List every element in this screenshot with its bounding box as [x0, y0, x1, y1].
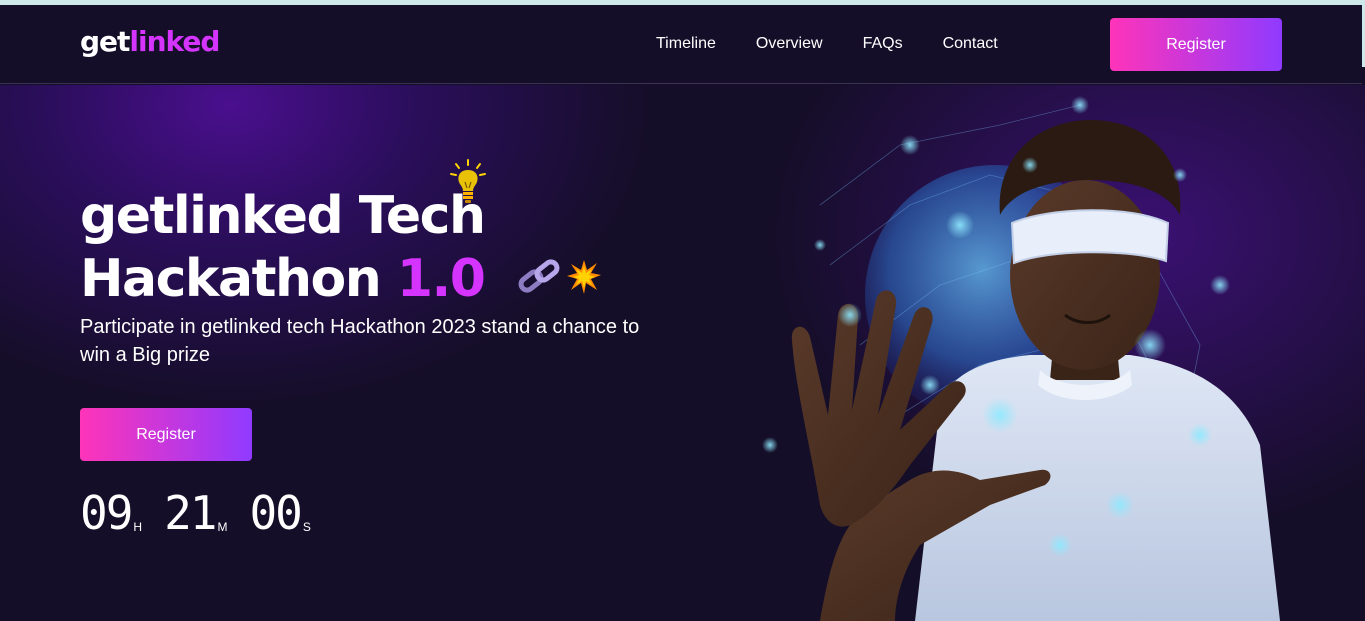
countdown-timer: 09 H 21 M 00 S — [80, 490, 311, 536]
nav-link-contact[interactable]: Contact — [943, 35, 998, 53]
nav-link-faqs[interactable]: FAQs — [863, 35, 903, 53]
chain-link-icon — [518, 259, 560, 293]
explosion-icon — [567, 260, 601, 294]
nav-link-overview[interactable]: Overview — [756, 35, 823, 53]
nav-link-timeline[interactable]: Timeline — [656, 35, 716, 53]
logo-part-get: get — [80, 25, 130, 58]
logo[interactable]: getlinked — [80, 25, 220, 58]
countdown-minutes: 21 M — [164, 490, 227, 536]
hero-register-button[interactable]: Register — [80, 408, 252, 461]
countdown-seconds-value: 00 — [249, 486, 302, 540]
navbar: getlinked Timeline Overview FAQs Contact… — [0, 5, 1362, 84]
countdown-minutes-unit: M — [217, 520, 228, 534]
hero-title-version: 1.0 — [396, 249, 486, 309]
nav-links: Timeline Overview FAQs Contact — [656, 35, 998, 53]
hero-subtitle: Participate in getlinked tech Hackathon … — [80, 316, 640, 366]
countdown-hours-value: 09 — [80, 486, 133, 540]
countdown-minutes-value: 21 — [164, 486, 217, 540]
countdown-hours: 09 H — [80, 490, 142, 536]
hero-section: getlinked Tech Hackathon 1.0 Participate… — [0, 85, 1365, 621]
hero-title-line1: getlinked Tech — [80, 186, 486, 246]
countdown-seconds-unit: S — [302, 520, 311, 534]
countdown-hours-unit: H — [133, 520, 143, 534]
logo-part-linked: linked — [129, 25, 220, 58]
hero-title-line2: Hackathon — [80, 249, 382, 309]
hero-title: getlinked Tech Hackathon 1.0 — [80, 185, 486, 311]
nav-register-button[interactable]: Register — [1110, 18, 1282, 71]
countdown-seconds: 00 S — [249, 490, 310, 536]
hero-vr-man-illustration — [762, 96, 1280, 621]
